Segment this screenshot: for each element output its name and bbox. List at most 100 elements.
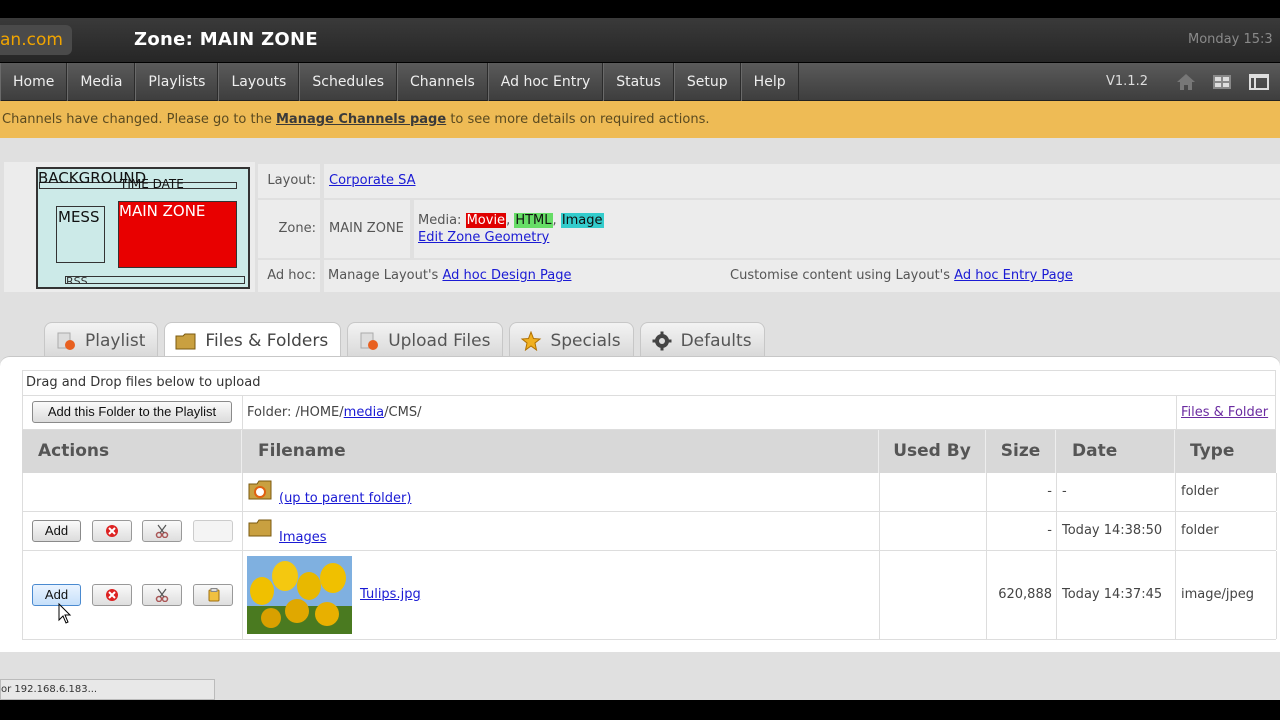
edit-zone-geometry-link[interactable]: Edit Zone Geometry [418, 230, 549, 245]
files-folder-link[interactable]: Files & Folder [1181, 405, 1268, 420]
tab-bar: Playlist Files & Folders Upload Files Sp… [44, 322, 765, 358]
brand-logo[interactable]: an.com [0, 25, 72, 55]
table-row: (up to parent folder) - - folder [22, 473, 1277, 512]
nav-channels[interactable]: Channels [397, 63, 488, 101]
add-folder-to-playlist-button[interactable]: Add this Folder to the Playlist [32, 401, 232, 423]
time-date-label: TIME DATE [120, 179, 184, 189]
col-filename[interactable]: Filename [242, 430, 879, 473]
tab-upload-files[interactable]: Upload Files [347, 322, 504, 358]
parent-folder-icon[interactable] [248, 479, 274, 501]
adhoc-entry-link[interactable]: Ad hoc Entry Page [954, 268, 1073, 283]
add-button[interactable]: Add [32, 520, 81, 542]
media-cell: Media: Movie, HTML, Image Edit Zone Geom… [414, 200, 1280, 258]
row-size: 620,888 [987, 551, 1057, 639]
delete-icon [106, 525, 118, 537]
add-button[interactable]: Add [32, 584, 81, 606]
gear-icon [652, 331, 672, 350]
delete-icon [106, 589, 118, 601]
tulips-thumbnail[interactable] [247, 556, 352, 634]
folder-media-link[interactable]: media [344, 405, 385, 420]
table-row: Add [22, 512, 1277, 551]
row-type: folder [1176, 473, 1277, 511]
version-label: V1.1.2 [1106, 74, 1148, 89]
adhoc-cell: Manage Layout's Ad hoc Design Page Custo… [324, 260, 1280, 292]
media-label: Media: [418, 213, 462, 228]
col-actions: Actions [22, 430, 242, 473]
tab-files-folders[interactable]: Files & Folders [164, 322, 342, 358]
layout-cell: Corporate SA [324, 164, 1280, 198]
row-used-by [880, 551, 987, 639]
upload-dropzone[interactable]: Drag and Drop files below to upload [22, 370, 1276, 396]
nav-schedules[interactable]: Schedules [299, 63, 397, 101]
row-type: folder [1176, 512, 1277, 550]
cut-button[interactable] [142, 584, 182, 606]
tab-upload-files-label: Upload Files [388, 330, 491, 351]
main-nav: Home Media Playlists Layouts Schedules C… [0, 63, 1280, 101]
col-date[interactable]: Date [1056, 430, 1175, 473]
layout-link[interactable]: Corporate SA [329, 173, 416, 188]
adhoc-left-text: Manage Layout's [328, 268, 443, 283]
adhoc-design-link[interactable]: Ad hoc Design Page [442, 268, 571, 283]
col-type[interactable]: Type [1175, 430, 1276, 473]
home-icon[interactable] [1175, 72, 1197, 92]
row-filename: Images [243, 512, 880, 550]
delete-button[interactable] [92, 584, 132, 606]
nav-status[interactable]: Status [603, 63, 674, 101]
nav-setup[interactable]: Setup [673, 63, 741, 101]
nav-help[interactable]: Help [740, 63, 799, 101]
nav-playlists[interactable]: Playlists [135, 63, 219, 101]
tab-playlist[interactable]: Playlist [44, 322, 159, 358]
layout-preview[interactable]: BACKGROUND TIME DATE MESS MAIN ZONE RSS [36, 167, 250, 289]
datetime-label: Monday 15:3 [1188, 32, 1273, 47]
rss-zone: RSS [65, 276, 245, 284]
parent-folder-link[interactable]: (up to parent folder) [279, 491, 411, 506]
nav-layouts[interactable]: Layouts [218, 63, 300, 101]
folder-path: Folder: /HOME/media/CMS/ [247, 405, 421, 420]
zone-label: Zone: [258, 200, 320, 258]
notice-banner: Channels have changed. Please go to the … [0, 101, 1280, 138]
message-zone-label: MESS [58, 208, 100, 226]
page-title: Zone: MAIN ZONE [134, 29, 318, 50]
folder-icon [175, 333, 196, 349]
tab-specials-label: Specials [550, 330, 621, 351]
tulips-file-link[interactable]: Tulips.jpg [360, 587, 421, 602]
folder-path-suffix: /CMS/ [384, 405, 422, 420]
star-icon [521, 330, 542, 351]
row-date: - [1057, 473, 1176, 511]
media-sep-1: , [506, 213, 511, 228]
manage-channels-link[interactable]: Manage Channels page [276, 112, 446, 127]
tab-defaults-label: Defaults [680, 330, 752, 351]
nav-home[interactable]: Home [0, 63, 68, 101]
cut-button[interactable] [142, 520, 182, 542]
playlist-icon [57, 332, 75, 350]
layout-label: Layout: [258, 164, 320, 198]
adhoc-right-text: Customise content using Layout's [730, 268, 955, 283]
col-used-by[interactable]: Used By [879, 430, 986, 473]
images-folder-link[interactable]: Images [279, 530, 327, 545]
media-sep-2: , [552, 213, 557, 228]
upload-icon [360, 332, 379, 350]
row-size: - [987, 512, 1057, 550]
tab-defaults[interactable]: Defaults [639, 322, 765, 358]
tab-specials[interactable]: Specials [509, 322, 634, 358]
notice-text: Channels have changed. Please go to the [2, 112, 276, 127]
paste-button-disabled [193, 520, 233, 542]
nav-media[interactable]: Media [67, 63, 136, 101]
delete-button[interactable] [92, 520, 132, 542]
folder-icon[interactable] [248, 518, 274, 538]
row-date: Today 14:37:45 [1057, 551, 1176, 639]
row-used-by [880, 473, 987, 511]
notice-text-after: to see more details on required actions. [446, 112, 710, 127]
window-icon[interactable] [1248, 72, 1270, 92]
main-zone-label: MAIN ZONE [119, 202, 206, 220]
tab-files-folders-label: Files & Folders [205, 330, 329, 351]
nav-adhoc-entry[interactable]: Ad hoc Entry [487, 63, 604, 101]
row-actions: Add [23, 512, 243, 550]
col-size[interactable]: Size [986, 430, 1056, 473]
copy-button[interactable] [193, 584, 233, 606]
dashboard-icon[interactable] [1211, 72, 1233, 92]
scissors-icon [155, 588, 169, 602]
row-filename: Tulips.jpg [243, 551, 880, 639]
adhoc-label: Ad hoc: [258, 260, 320, 292]
page-body: BACKGROUND TIME DATE MESS MAIN ZONE RSS … [0, 138, 1280, 700]
